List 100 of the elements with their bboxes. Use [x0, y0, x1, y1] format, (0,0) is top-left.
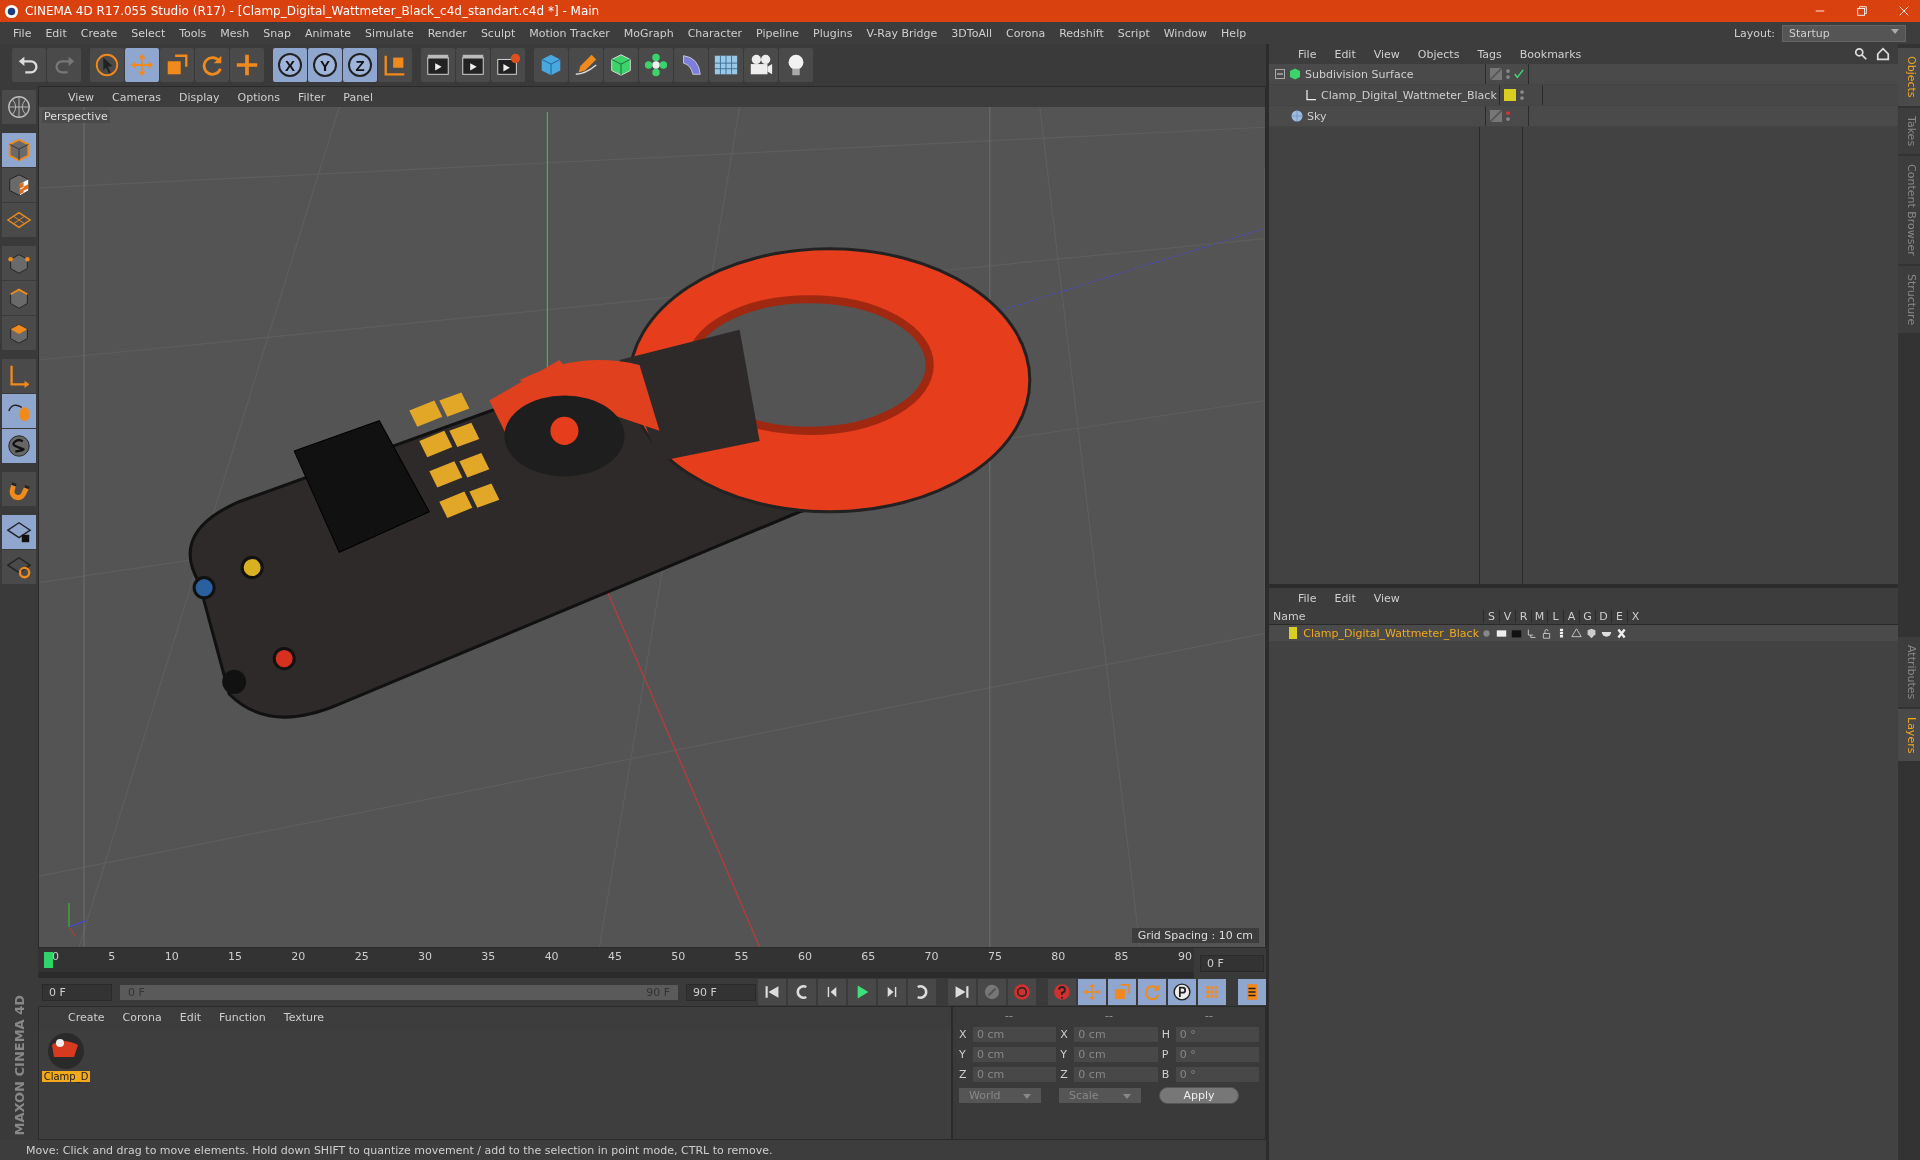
object-menu-item[interactable]: File	[1289, 47, 1326, 61]
end-frame-field[interactable]: 90 F	[686, 983, 756, 1001]
layer-toggle-icon[interactable]	[1511, 627, 1522, 639]
menu-item[interactable]: Animate	[298, 26, 359, 40]
playback-button[interactable]	[878, 979, 906, 1005]
menu-item[interactable]: Sculpt	[473, 26, 523, 40]
viewport-menu-item[interactable]: Cameras	[103, 90, 170, 104]
material-sphere-icon[interactable]	[46, 1031, 86, 1071]
object-name[interactable]: Subdivision Surface	[1305, 67, 1414, 81]
layer-menu-item[interactable]: View	[1364, 591, 1409, 605]
layer-menu-item[interactable]: File	[1289, 591, 1326, 605]
material-menu-item[interactable]: Texture	[274, 1010, 334, 1024]
visibility-dots-icon[interactable]	[1505, 109, 1511, 123]
viewport-menu-item[interactable]: Panel	[334, 90, 382, 104]
mode-button[interactable]	[2, 168, 36, 202]
playhead-marker[interactable]	[44, 952, 53, 968]
mode-button[interactable]	[2, 90, 36, 124]
playback-button[interactable]	[818, 979, 846, 1005]
menu-item[interactable]: 3DToAll	[944, 26, 999, 40]
menu-item[interactable]: Window	[1156, 26, 1215, 40]
viewport-menu-item[interactable]: Display	[170, 90, 229, 104]
menu-item[interactable]: Tools	[172, 26, 214, 40]
layer-swatch[interactable]	[1504, 89, 1516, 101]
column-header[interactable]: L	[1547, 609, 1563, 623]
column-header[interactable]: S	[1483, 609, 1499, 623]
viewport-menu-item[interactable]: Options	[228, 90, 289, 104]
menu-item[interactable]: Edit	[38, 26, 74, 40]
menu-item[interactable]: Script	[1110, 26, 1157, 40]
playback-button[interactable]	[1168, 979, 1196, 1005]
column-header[interactable]: R	[1515, 609, 1531, 623]
start-frame-field[interactable]: 0 F	[42, 983, 112, 1001]
check-icon[interactable]	[1514, 69, 1524, 79]
menu-item[interactable]: Corona	[999, 26, 1053, 40]
menu-item[interactable]: Render	[420, 26, 474, 40]
tool-button[interactable]	[491, 48, 525, 82]
object-menu-item[interactable]: Objects	[1408, 47, 1469, 61]
menu-item[interactable]: Simulate	[358, 26, 421, 40]
material-name[interactable]: Clamp_D	[41, 1071, 91, 1082]
layer-toggle-icon[interactable]	[1496, 627, 1507, 639]
tool-button[interactable]	[744, 48, 778, 82]
object-menu-item[interactable]: Edit	[1325, 47, 1365, 61]
object-menu-item[interactable]: View	[1364, 47, 1409, 61]
viewport-menu-item[interactable]: View	[59, 90, 104, 104]
menu-item[interactable]: Select	[124, 26, 173, 40]
layer-toggle-icon[interactable]	[1571, 627, 1582, 639]
visibility-dots-icon[interactable]	[1505, 67, 1511, 81]
menu-item[interactable]: MoGraph	[616, 26, 681, 40]
layer-toggle-icon[interactable]	[1541, 627, 1552, 639]
layer-menu-item[interactable]: Edit	[1325, 591, 1365, 605]
restore-icon[interactable]	[1856, 5, 1868, 17]
collapse-icon[interactable]	[1275, 69, 1285, 79]
tool-button[interactable]	[604, 48, 638, 82]
material-menu-item[interactable]: Function	[210, 1010, 275, 1024]
object-name[interactable]: Clamp_Digital_Wattmeter_Black	[1321, 88, 1497, 102]
axis-lock-button[interactable]: Y	[308, 48, 342, 82]
mode-button[interactable]	[2, 429, 36, 463]
object-menu-item[interactable]: Tags	[1468, 47, 1511, 61]
playback-button[interactable]	[948, 979, 976, 1005]
mode-button[interactable]	[2, 550, 36, 584]
tool-button[interactable]	[674, 48, 708, 82]
menu-item[interactable]: V-Ray Bridge	[859, 26, 945, 40]
column-header[interactable]: A	[1563, 609, 1579, 623]
column-header[interactable]: Name	[1269, 609, 1483, 623]
column-header[interactable]: X	[1627, 609, 1643, 623]
mode-button[interactable]	[2, 515, 36, 549]
menu-item[interactable]: Plugins	[806, 26, 860, 40]
menu-item[interactable]: Help	[1214, 26, 1254, 40]
column-header[interactable]: M	[1531, 609, 1547, 623]
tool-button[interactable]	[421, 48, 455, 82]
mode-button[interactable]	[2, 472, 36, 506]
visibility-dots-icon[interactable]	[1519, 88, 1525, 102]
tool-button[interactable]	[779, 48, 813, 82]
side-tab[interactable]: Layers	[1898, 709, 1920, 762]
object-menu-item[interactable]: Bookmarks	[1510, 47, 1591, 61]
playback-button[interactable]	[788, 979, 816, 1005]
playback-button[interactable]	[758, 979, 786, 1005]
current-frame-field[interactable]: 0 F	[1200, 954, 1264, 972]
search-icon[interactable]	[1854, 47, 1869, 61]
material-menu-item[interactable]: Create	[59, 1010, 114, 1024]
tool-button[interactable]	[709, 48, 743, 82]
home-icon[interactable]	[1876, 47, 1891, 61]
menu-item[interactable]: Mesh	[213, 26, 257, 40]
column-header[interactable]: E	[1611, 609, 1627, 623]
mode-button[interactable]	[2, 316, 36, 350]
layer-toggle-icon[interactable]	[1526, 627, 1537, 639]
menu-item[interactable]: Pipeline	[749, 26, 807, 40]
layout-dropdown[interactable]: Startup	[1782, 24, 1906, 42]
material-menu-item[interactable]: Edit	[170, 1010, 210, 1024]
close-icon[interactable]	[1898, 5, 1910, 17]
column-header[interactable]: D	[1595, 609, 1611, 623]
column-header[interactable]: G	[1579, 609, 1595, 623]
layer-toggle-icon[interactable]	[1481, 627, 1492, 639]
material-menu-item[interactable]: Corona	[113, 1010, 171, 1024]
apply-button[interactable]: Apply	[1159, 1087, 1239, 1104]
object-name[interactable]: Sky	[1307, 109, 1327, 123]
menu-item[interactable]: Redshift	[1052, 26, 1111, 40]
side-tab[interactable]: Objects	[1898, 48, 1920, 106]
menu-item[interactable]: Character	[680, 26, 749, 40]
menu-item[interactable]: Motion Tracker	[522, 26, 617, 40]
menu-item[interactable]: Create	[73, 26, 125, 40]
